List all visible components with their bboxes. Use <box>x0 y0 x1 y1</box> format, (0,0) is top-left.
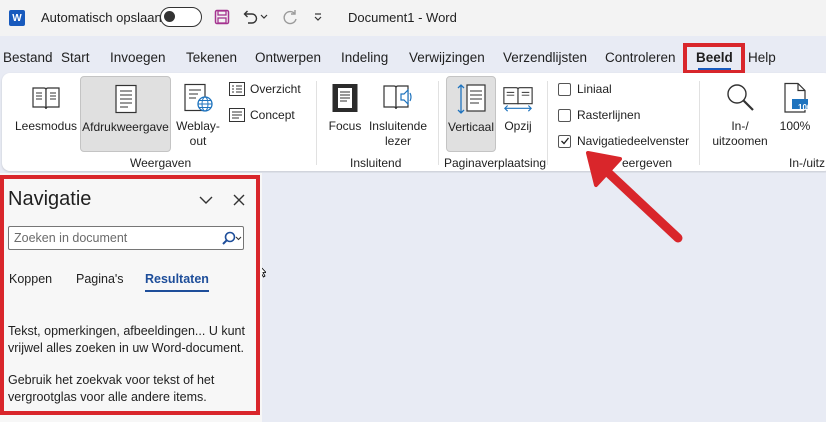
insluitende-label-2: lezer <box>384 134 411 148</box>
weblay-out-button[interactable]: Weblay- out <box>174 81 222 153</box>
in-uitzoomen-label-1: In-/ <box>731 119 749 133</box>
opzij-label: Opzij <box>504 119 532 133</box>
zoom-100-icon: 100 <box>779 81 811 115</box>
weblay-out-label-1: Weblay- <box>176 119 220 133</box>
print-layout-icon <box>110 82 142 116</box>
save-icon[interactable] <box>213 8 231 26</box>
zoom-100-badge: 100 <box>798 103 812 112</box>
tab-invoegen[interactable]: Invoegen <box>110 50 166 65</box>
word-logo-icon: W <box>9 10 25 26</box>
navigatiedeelvenster-label: Navigatiedeelvenster <box>577 134 690 148</box>
customize-quick-access-icon[interactable] <box>309 8 327 26</box>
focus-button[interactable]: Focus <box>324 81 366 153</box>
navigatiedeelvenster-checkbox[interactable]: Navigatiedeelvenster <box>558 134 689 148</box>
undo-dropdown-icon[interactable] <box>259 8 269 26</box>
rasterlijnen-checkbox[interactable]: Rasterlijnen <box>558 108 640 122</box>
inzoomen-group-label: In-/uitz <box>789 156 826 170</box>
ribbon-separator <box>699 81 700 165</box>
rasterlijnen-checkbox-box <box>558 108 571 122</box>
insluitende-label-1: Insluitende <box>368 119 428 133</box>
redo-icon[interactable] <box>281 8 299 26</box>
document-title: Document1 - Word <box>348 10 457 25</box>
focus-label: Focus <box>328 119 362 133</box>
leesmodus-label: Leesmodus <box>14 119 78 133</box>
undo-icon[interactable] <box>241 8 259 26</box>
beeld-highlight-box <box>683 43 745 74</box>
100-percent-button[interactable]: 100 100% <box>776 81 814 153</box>
liniaal-checkbox-box <box>558 82 571 96</box>
autosave-toggle[interactable] <box>160 7 202 27</box>
magnifier-icon <box>724 81 756 115</box>
ribbon: Leesmodus Afdrukweergave Weblay- out Ove… <box>2 73 826 171</box>
tab-tekenen[interactable]: Tekenen <box>186 50 237 65</box>
side-to-side-icon <box>502 81 534 115</box>
vertical-movement-icon <box>455 82 487 116</box>
document-area[interactable] <box>262 173 826 422</box>
tab-verzendlijsten[interactable]: Verzendlijsten <box>503 50 587 65</box>
tab-bestand[interactable]: Bestand <box>3 50 53 65</box>
concept-button[interactable]: Concept <box>229 108 295 122</box>
tab-indeling[interactable]: Indeling <box>341 50 388 65</box>
ribbon-separator <box>438 81 439 165</box>
read-mode-icon <box>30 81 62 115</box>
ribbon-separator <box>316 81 317 165</box>
tab-start[interactable]: Start <box>61 50 90 65</box>
checkmark-icon <box>560 137 569 145</box>
paginaverplaatsing-group-label: Paginaverplaatsing <box>444 156 547 170</box>
outline-icon <box>229 82 245 96</box>
overzicht-label: Overzicht <box>250 82 301 96</box>
weergaven-group-label: Weergaven <box>130 156 192 170</box>
verticaal-label: Verticaal <box>447 120 495 134</box>
ribbon-separator <box>547 81 548 165</box>
in-uitzoomen-button[interactable]: In-/ uitzoomen <box>708 81 772 153</box>
weblay-out-label-2: out <box>189 134 207 148</box>
opzij-button[interactable]: Opzij <box>499 81 537 153</box>
overzicht-button[interactable]: Overzicht <box>229 82 301 96</box>
web-layout-icon <box>182 81 214 115</box>
title-bar: W Automatisch opslaan Document1 - Word <box>0 0 826 36</box>
tab-controleren[interactable]: Controleren <box>605 50 676 65</box>
tab-verwijzingen[interactable]: Verwijzingen <box>409 50 485 65</box>
insluitende-lezer-button[interactable]: Insluitende lezer <box>366 81 430 153</box>
draft-icon <box>229 108 245 122</box>
rasterlijnen-label: Rasterlijnen <box>577 108 641 122</box>
tab-ontwerpen[interactable]: Ontwerpen <box>255 50 321 65</box>
in-uitzoomen-label-2: uitzoomen <box>712 134 768 148</box>
tab-help[interactable]: Help <box>748 50 776 65</box>
navigatiedeelvenster-checkbox-box <box>558 134 571 148</box>
focus-icon <box>329 81 361 115</box>
concept-label: Concept <box>250 108 295 122</box>
afdrukweergave-label: Afdrukweergave <box>82 120 169 134</box>
weergeven-group-label: eergeven <box>622 156 673 170</box>
toggle-knob <box>164 11 175 22</box>
afdrukweergave-button[interactable]: Afdrukweergave <box>80 76 171 152</box>
immersive-reader-icon <box>382 81 414 115</box>
100-percent-label: 100% <box>779 119 811 133</box>
liniaal-label: Liniaal <box>577 82 612 96</box>
navigation-highlight-box <box>0 175 260 415</box>
leesmodus-button[interactable]: Leesmodus <box>12 81 80 153</box>
verticaal-button[interactable]: Verticaal <box>446 76 496 152</box>
insluitend-group-label: Insluitend <box>350 156 402 170</box>
liniaal-checkbox[interactable]: Liniaal <box>558 82 612 96</box>
autosave-label: Automatisch opslaan <box>41 10 162 25</box>
